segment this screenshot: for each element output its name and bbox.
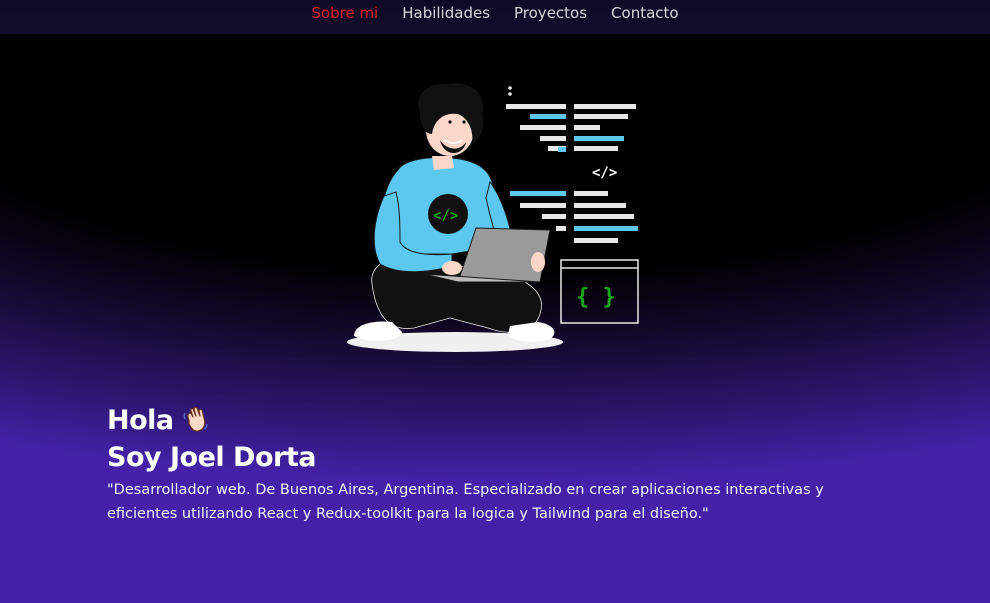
shirt-logo-text: </> — [433, 208, 458, 224]
name-heading: Soy Joel Dorta — [107, 442, 316, 473]
waving-hand-icon — [183, 406, 208, 432]
code-tag-text: </> — [592, 165, 617, 181]
intro-section: Hola Soy Joel Dorta "Desarrollador web. … — [107, 402, 867, 526]
nav-link-habilidades[interactable]: Habilidades — [402, 4, 490, 22]
greeting-text: Hola — [107, 404, 174, 436]
braces-text: { } — [576, 285, 616, 310]
nav-link-proyectos[interactable]: Proyectos — [514, 4, 587, 22]
nav-link-contacto[interactable]: Contacto — [611, 4, 679, 22]
nav-link-sobre-mi[interactable]: Sobre mi — [311, 4, 378, 22]
person-figure: </> — [354, 83, 555, 342]
greeting-line: Hola — [107, 402, 867, 438]
top-navbar: Sobre mi Habilidades Proyectos Contacto — [0, 0, 990, 34]
bio-text: "Desarrollador web. De Buenos Aires, Arg… — [107, 482, 824, 522]
developer-illustration: </> { } </> — [347, 83, 639, 352]
code-window: { } — [560, 259, 639, 324]
code-lines-top — [506, 86, 636, 152]
